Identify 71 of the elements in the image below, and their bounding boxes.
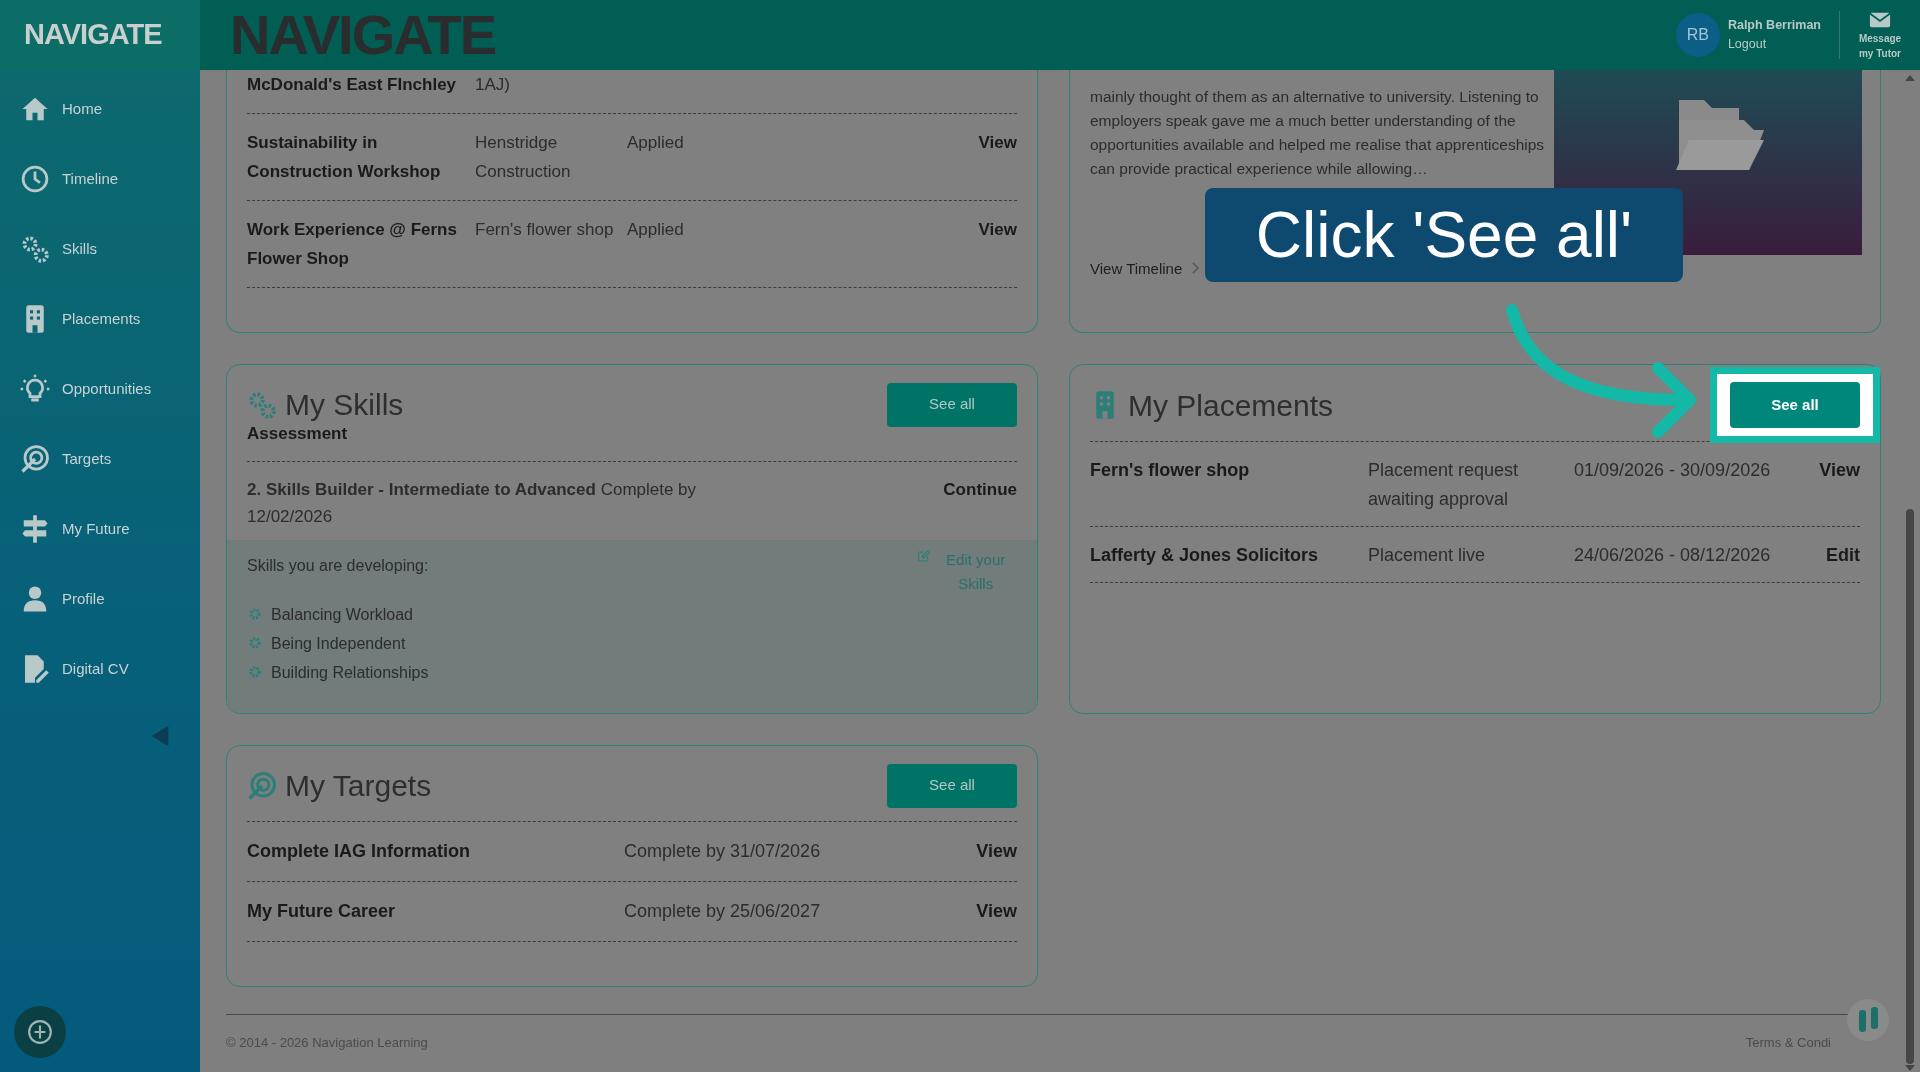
target-icon [247,770,277,801]
collapse-icon[interactable] [150,724,170,748]
scrollbar-thumb[interactable] [1906,509,1914,1064]
due-date: Complete by 25/06/2027 [624,900,822,923]
logout-link[interactable]: Logout [1727,35,1821,54]
clock-icon [20,164,50,194]
assessment-text: 2. Skills Builder - Intermediate to Advanced Complete by 12/02/2026 [247,478,698,528]
gears-icon [20,234,50,264]
view-link[interactable]: View [976,897,1017,926]
organisation: Fern's flower shop [475,219,615,241]
avatar[interactable]: RB [1675,13,1720,57]
placement-name: Lafferty & Jones Solicitors [1090,544,1320,567]
see-all-button[interactable]: See all [887,382,1017,427]
skill-name: Being Independent [271,633,406,654]
see-all-button[interactable]: See all [887,763,1017,808]
gear-icon [247,664,263,680]
target-title: Complete IAG Information [247,840,471,863]
opportunity-title: Work Experience @ Ferns Flower Shop [247,219,458,270]
status: Applied [627,219,685,241]
view-timeline-link[interactable]: View Timeline [1090,258,1183,281]
view-link[interactable]: View [976,837,1017,866]
view-link[interactable]: View [978,128,1017,157]
view-link[interactable]: View [978,215,1017,244]
card-title: My Targets [285,768,432,804]
sidebar-item[interactable]: Opportunities [0,354,200,424]
skill-name: Building Relationships [271,662,429,683]
sidebar-item[interactable]: Placements [0,284,200,354]
signpost-icon [20,514,50,544]
sidebar-item[interactable]: Digital CV [0,634,200,704]
callout-text: Click 'See all' [1205,188,1683,282]
see-all-button[interactable]: See all [1730,382,1860,428]
card-title: My Placements [1128,387,1334,424]
plus-button[interactable] [14,1006,66,1058]
scroll-down-icon [1904,1064,1916,1072]
sidebar-item[interactable]: Targets [0,424,200,494]
sidebar-item[interactable]: Profile [0,564,200,634]
message-tutor-link[interactable]: Message my Tutor [1858,31,1902,61]
organisation: Henstridge Construction [475,132,572,183]
skill-name: Balancing Workload [271,604,413,625]
edit-icon [917,547,931,564]
action-link[interactable]: Edit [1826,541,1860,570]
sidebar-item[interactable]: My Future [0,494,200,564]
gear-icon [247,606,263,622]
opportunity-title: McDonald's East FInchley [247,74,458,96]
chevron-icon [1190,260,1201,275]
target-icon [20,444,50,474]
card-title: My Skills [285,387,404,423]
action-link[interactable]: View [1819,456,1860,485]
date-range: 01/09/2026 - 30/09/2026 [1574,459,1772,482]
sidebar-item[interactable]: Timeline [0,144,200,214]
target-title: My Future Career [247,900,397,923]
status: Placement request awaiting approval [1368,459,1520,511]
section-label: Assessment [247,421,1017,462]
section-label: Skills you are developing: [247,555,429,576]
lightbulb-icon [20,374,50,404]
plus-icon [27,1019,53,1045]
sidebar-item[interactable]: Home [0,74,200,144]
placement-name: Fern's flower shop [1090,459,1251,482]
scroll-up-icon [1904,74,1916,82]
status: Applied [627,132,685,154]
help-bot-icon[interactable] [1846,998,1890,1042]
story-text: mainly thought of them as an alternative to university. Listening to employers speak gave me a much better understanding of the opportunities available and helped me realise that apprenticeships can provide practical experience while allowing… [1090,87,1546,179]
date-range: 24/06/2026 - 08/12/2026 [1574,544,1772,567]
sidebar-item[interactable]: Skills [0,214,200,284]
status: Placement live [1368,544,1487,567]
gear-icon [247,635,263,651]
organisation: 1AJ) [475,74,511,96]
user-name: Ralph Berriman [1727,17,1821,35]
opportunity-title: Sustainability in Construction Workshop [247,132,442,183]
due-date: Complete by 31/07/2026 [624,840,822,863]
continue-link[interactable]: Continue [943,475,1017,530]
